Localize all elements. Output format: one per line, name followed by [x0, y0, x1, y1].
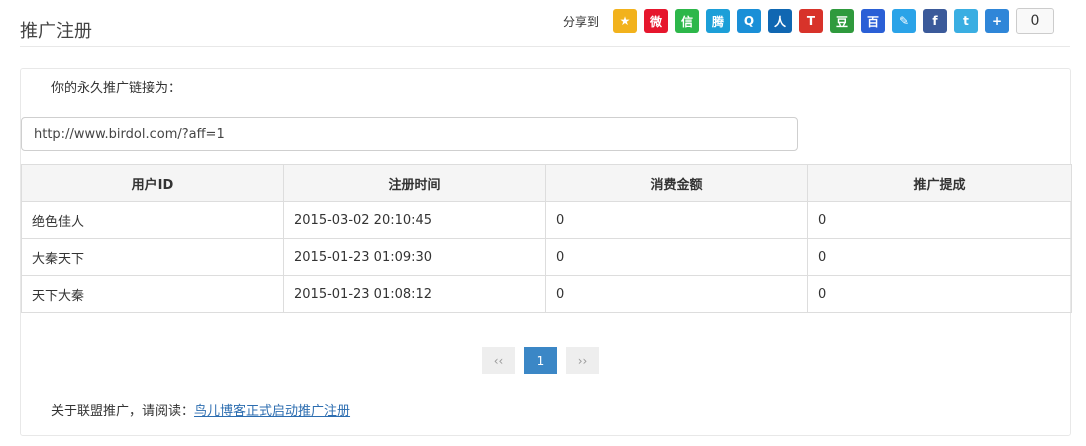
qq-icon[interactable]: Q — [737, 9, 761, 33]
cell-commission: 0 — [807, 275, 1072, 313]
douban-icon[interactable]: 豆 — [830, 9, 854, 33]
share-icons: ★ 微信腾 Q 人 T 豆百 ✎ f t + — [606, 9, 1009, 33]
table-header-row: 用户ID 注册时间 消费金额 推广提成 — [21, 164, 1072, 202]
cell-user-id: 绝色佳人 — [21, 201, 284, 239]
tianya-icon[interactable]: T — [799, 9, 823, 33]
cell-register-time: 2015-01-23 01:08:12 — [283, 275, 546, 313]
cell-user-id: 天下大秦 — [21, 275, 284, 313]
referral-link-intro: 你的永久推广链接为： — [51, 81, 182, 96]
cell-commission: 0 — [807, 238, 1072, 276]
column-header-user-id: 用户ID — [21, 164, 284, 202]
cell-register-time: 2015-01-23 01:09:30 — [283, 238, 546, 276]
next-page-button[interactable]: ›› — [566, 347, 599, 374]
renren-icon[interactable]: 人 — [768, 9, 792, 33]
note-icon[interactable]: ✎ — [892, 9, 916, 33]
wechat-icon[interactable]: 信 — [675, 9, 699, 33]
column-header-register-time: 注册时间 — [283, 164, 546, 202]
qzone-icon[interactable]: ★ — [613, 9, 637, 33]
table-row: 天下大秦 2015-01-23 01:08:12 0 0 — [21, 275, 1072, 313]
column-header-commission: 推广提成 — [807, 164, 1072, 202]
footer-note-text: 关于联盟推广，请阅读： — [51, 404, 195, 419]
cell-amount: 0 — [545, 201, 808, 239]
tencent-weibo-icon[interactable]: 腾 — [706, 9, 730, 33]
baidu-icon[interactable]: 百 — [861, 9, 885, 33]
referral-link-input[interactable] — [21, 117, 798, 151]
column-header-amount: 消费金额 — [545, 164, 808, 202]
cell-amount: 0 — [545, 238, 808, 276]
page-header: 推广注册 分享到 ★ 微信腾 Q 人 T 豆百 ✎ f t + 0 — [20, 0, 1070, 47]
cell-amount: 0 — [545, 275, 808, 313]
table-row: 大秦天下 2015-01-23 01:09:30 0 0 — [21, 238, 1072, 276]
facebook-icon[interactable]: f — [923, 9, 947, 33]
share-count: 0 — [1016, 8, 1054, 34]
more-plus-icon[interactable]: + — [985, 9, 1009, 33]
weibo-icon[interactable]: 微 — [644, 9, 668, 33]
footer-note: 关于联盟推广，请阅读：鸟儿博客正式启动推广注册 — [51, 400, 350, 419]
referral-table: 用户ID 注册时间 消费金额 推广提成 绝色佳人 2015-03-02 20:1… — [21, 164, 1072, 313]
page-title: 推广注册 — [20, 21, 92, 42]
page-1-button[interactable]: 1 — [524, 347, 557, 374]
share-bar: 分享到 ★ 微信腾 Q 人 T 豆百 ✎ f t + 0 — [563, 7, 1054, 35]
twitter-icon[interactable]: t — [954, 9, 978, 33]
share-label: 分享到 — [562, 14, 599, 29]
pagination: ‹‹ 1 ›› — [482, 347, 608, 374]
prev-page-button[interactable]: ‹‹ — [482, 347, 515, 374]
referral-panel: 你的永久推广链接为： 用户ID 注册时间 消费金额 推广提成 绝色佳人 2015… — [20, 68, 1072, 436]
cell-register-time: 2015-03-02 20:10:45 — [283, 201, 546, 239]
cell-user-id: 大秦天下 — [21, 238, 284, 276]
promotion-article-link[interactable]: 鸟儿博客正式启动推广注册 — [194, 404, 350, 419]
cell-commission: 0 — [807, 201, 1072, 239]
table-row: 绝色佳人 2015-03-02 20:10:45 0 0 — [21, 201, 1072, 239]
